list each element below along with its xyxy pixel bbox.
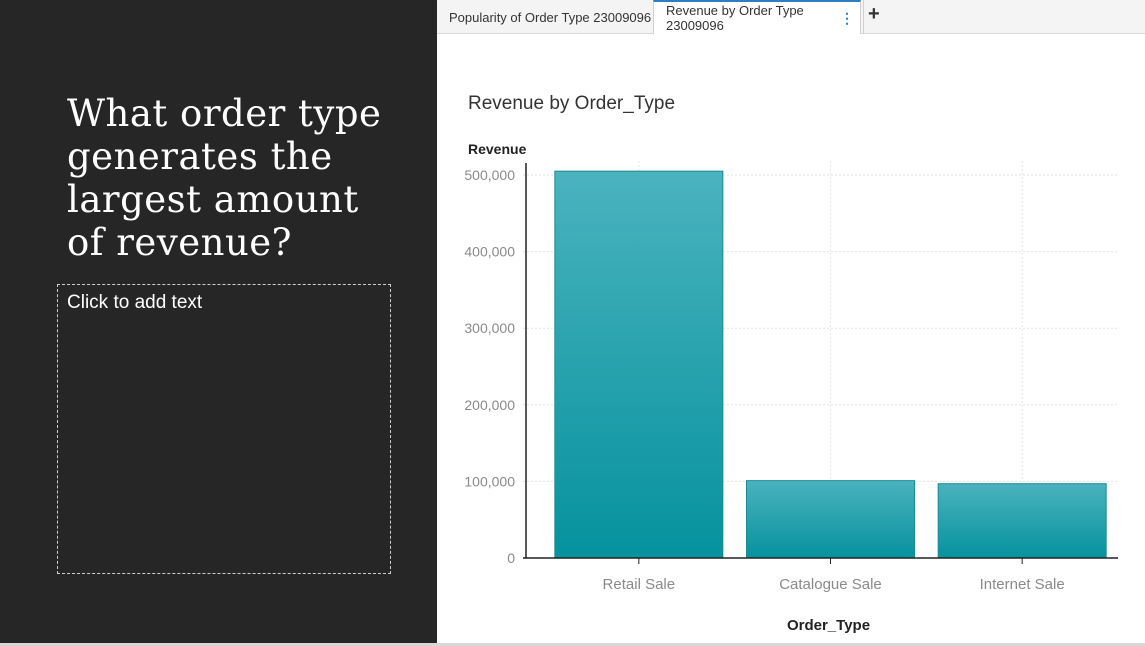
x-tick-label: Retail Sale xyxy=(603,576,676,593)
tab-popularity[interactable]: Popularity of Order Type 23009096 xyxy=(437,0,652,34)
y-tick-label: 100,000 xyxy=(464,473,515,489)
y-tick-label: 500,000 xyxy=(464,167,515,183)
y-tick-label: 400,000 xyxy=(464,244,515,260)
tab-revenue[interactable]: Revenue by Order Type 23009096 ⋮ xyxy=(653,0,861,34)
bar-chart: Revenue 0 100,000 200,000 300,000 400,000 500,… xyxy=(464,141,1118,634)
placeholder-text: Click to add text xyxy=(67,292,203,313)
y-tick-label: 300,000 xyxy=(464,320,515,336)
slide-title[interactable]: What order type generates the largest am… xyxy=(67,92,407,264)
y-tick-label: 200,000 xyxy=(464,397,515,413)
bar xyxy=(937,483,1107,559)
x-axis-label: Order_Type xyxy=(787,617,870,634)
vertical-dots-icon[interactable]: ⋮ xyxy=(840,10,854,27)
report-tabbar: Popularity of Order Type 23009096 Revenu… xyxy=(437,0,1145,34)
tab-label: Revenue by Order Type 23009096 xyxy=(666,3,804,33)
y-tick-label: 0 xyxy=(507,550,515,566)
bar xyxy=(746,480,915,559)
x-tick-label: Catalogue Sale xyxy=(779,576,882,593)
tab-divider xyxy=(863,0,864,34)
text-placeholder[interactable]: Click to add text xyxy=(57,284,391,574)
x-tick-label: Internet Sale xyxy=(980,576,1065,593)
bar xyxy=(554,170,724,559)
slide-panel: What order type generates the largest am… xyxy=(0,0,437,646)
report-area: Popularity of Order Type 23009096 Revenu… xyxy=(437,0,1145,646)
y-axis-label: Revenue xyxy=(468,141,527,157)
plus-icon[interactable]: + xyxy=(868,3,880,26)
tab-label: Popularity of Order Type 23009096 xyxy=(449,9,652,25)
